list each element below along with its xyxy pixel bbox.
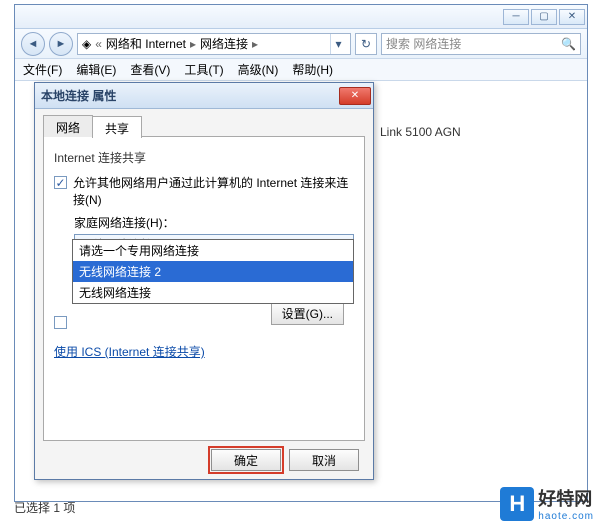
tab-strip: 网络 共享 (43, 115, 365, 137)
adapter-name: Link 5100 AGN (380, 125, 461, 139)
ok-button[interactable]: 确定 (211, 449, 281, 471)
forward-button[interactable]: ► (49, 32, 73, 56)
second-checkbox[interactable]: ✓ (54, 316, 67, 329)
menu-edit[interactable]: 编辑(E) (76, 61, 116, 78)
allow-label: 允许其他网络用户通过此计算机的 Internet 连接来连接(N) (73, 174, 354, 208)
dialog-body: 网络 共享 Internet 连接共享 ✓ 允许其他网络用户通过此计算机的 In… (35, 109, 373, 479)
logo-badge: H (500, 487, 534, 521)
network-icon: ◈ (82, 37, 91, 51)
refresh-button[interactable]: ↻ (355, 33, 377, 55)
menu-bar: 文件(F) 编辑(E) 查看(V) 工具(T) 高级(N) 帮助(H) (15, 59, 587, 81)
dialog-button-row: 确定 取消 (43, 441, 365, 471)
search-box[interactable]: 搜索 网络连接 🔍 (381, 33, 581, 55)
dropdown-opt-selected[interactable]: 无线网络连接 2 (73, 261, 353, 282)
status-bar: 已选择 1 项 (14, 499, 75, 516)
dropdown-opt-other[interactable]: 无线网络连接 (73, 282, 353, 303)
search-placeholder: 搜索 网络连接 (386, 35, 461, 52)
menu-file[interactable]: 文件(F) (23, 61, 62, 78)
settings-button[interactable]: 设置(G)... (271, 302, 344, 325)
breadcrumb-part1[interactable]: 网络和 Internet (106, 35, 186, 52)
maximize-button[interactable]: ▢ (531, 9, 557, 25)
close-button[interactable]: ✕ (559, 9, 585, 25)
window-titlebar: ─ ▢ ✕ (15, 5, 587, 29)
back-button[interactable]: ◄ (21, 32, 45, 56)
logo-url: haote.com (538, 511, 594, 522)
ics-link[interactable]: 使用 ICS (Internet 连接共享) (54, 343, 205, 360)
tab-panel-share: Internet 连接共享 ✓ 允许其他网络用户通过此计算机的 Internet… (43, 136, 365, 441)
menu-help[interactable]: 帮助(H) (292, 61, 333, 78)
cancel-button[interactable]: 取消 (289, 449, 359, 471)
dropdown-hint: 请选一个专用网络连接 (73, 240, 353, 261)
breadcrumb-arrow: ▸ (252, 37, 258, 51)
nav-row: ◄ ► ◈ « 网络和 Internet ▸ 网络连接 ▸ ▾ ↻ 搜索 网络连… (15, 29, 587, 59)
allow-checkbox[interactable]: ✓ (54, 176, 67, 189)
dialog-titlebar: 本地连接 属性 ✕ (35, 83, 373, 109)
menu-tools[interactable]: 工具(T) (184, 61, 223, 78)
watermark-logo: H 好特网 haote.com (500, 485, 594, 522)
logo-name: 好特网 (538, 485, 594, 511)
menu-advanced[interactable]: 高级(N) (238, 61, 279, 78)
search-icon: 🔍 (561, 37, 576, 51)
address-dropdown[interactable]: ▾ (330, 34, 346, 54)
dialog-close-button[interactable]: ✕ (339, 87, 371, 105)
menu-view[interactable]: 查看(V) (130, 61, 170, 78)
home-label: 家庭网络连接(H)： (74, 214, 354, 231)
breadcrumb-arrow: ▸ (190, 37, 196, 51)
breadcrumb-sep: « (95, 37, 102, 51)
dialog-title: 本地连接 属性 (41, 87, 116, 104)
breadcrumb-part2[interactable]: 网络连接 (200, 35, 248, 52)
tab-network[interactable]: 网络 (43, 115, 93, 137)
group-title: Internet 连接共享 (54, 149, 354, 166)
minimize-button[interactable]: ─ (503, 9, 529, 25)
properties-dialog: 本地连接 属性 ✕ 网络 共享 Internet 连接共享 ✓ 允许其他网络用户… (34, 82, 374, 480)
address-bar[interactable]: ◈ « 网络和 Internet ▸ 网络连接 ▸ ▾ (77, 33, 351, 55)
tab-share[interactable]: 共享 (92, 116, 142, 138)
combo-dropdown: 请选一个专用网络连接 无线网络连接 2 无线网络连接 (72, 239, 354, 304)
allow-row: ✓ 允许其他网络用户通过此计算机的 Internet 连接来连接(N) (54, 174, 354, 208)
